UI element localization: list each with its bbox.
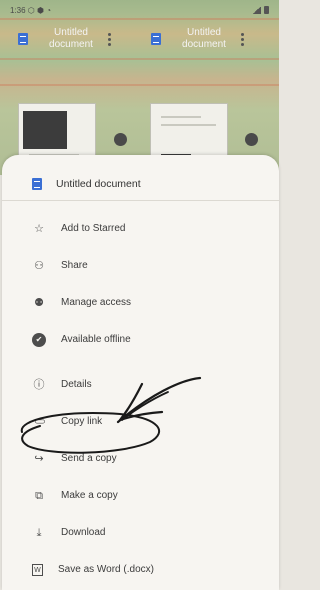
info-icon: ⓘ <box>33 377 45 391</box>
options-bottom-sheet: Untitled document ☆ Add to Starred ⚇ Sha… <box>2 155 279 590</box>
menu-item-download[interactable]: ⤓ Download <box>2 514 279 551</box>
menu-item-available-offline[interactable]: ✔ Available offline <box>2 321 279 358</box>
shared-badge-icon <box>245 133 258 146</box>
shared-badge-icon <box>114 133 127 146</box>
sheet-header: Untitled document <box>2 167 279 201</box>
background-docs-grid: 1:36 ⬡ ⬢ ◔ Untitled document Untitled do… <box>0 0 279 175</box>
doc-icon <box>18 33 28 45</box>
people-icon: ⚉ <box>34 295 44 309</box>
more-vert-icon[interactable] <box>241 32 244 46</box>
doc-icon <box>32 177 42 190</box>
link-icon: ⊂⊃ <box>34 416 45 426</box>
status-icons <box>252 6 269 14</box>
doc-card-1[interactable]: Untitled document <box>18 22 111 56</box>
sheet-title: Untitled document <box>56 177 141 190</box>
menu-item-label: Save as Word (.docx) <box>58 564 154 575</box>
menu-item-label: Send a copy <box>61 453 117 464</box>
doc-card-title: Untitled document <box>182 27 226 50</box>
menu-item-details[interactable]: ⓘ Details <box>2 366 279 403</box>
more-vert-icon[interactable] <box>108 32 111 46</box>
menu-item-label: Details <box>61 379 92 390</box>
menu-item-label: Make a copy <box>61 490 118 501</box>
menu-item-label: Copy link <box>61 416 103 427</box>
menu-item-manage-access[interactable]: ⚉ Manage access <box>2 284 279 321</box>
star-outline-icon: ☆ <box>34 221 44 235</box>
send-arrow-icon: ↪ <box>34 451 44 465</box>
signal-icon <box>252 6 261 14</box>
options-menu: ☆ Add to Starred ⚇ Share ⚉ Manage access… <box>2 210 279 588</box>
menu-item-label: Download <box>61 527 106 538</box>
menu-item-save-as-word[interactable]: W Save as Word (.docx) <box>2 551 279 588</box>
person-add-icon: ⚇ <box>34 258 44 272</box>
menu-item-share[interactable]: ⚇ Share <box>2 247 279 284</box>
doc-card-2[interactable]: Untitled document <box>151 22 244 56</box>
offline-check-icon: ✔ <box>32 332 46 347</box>
menu-item-make-a-copy[interactable]: ⧉ Make a copy <box>2 477 279 514</box>
menu-item-label: Share <box>61 260 88 271</box>
doc-icon <box>151 33 161 45</box>
download-icon: ⤓ <box>36 525 42 539</box>
status-bar: 1:36 ⬡ ⬢ ◔ <box>0 0 279 20</box>
doc-card-title: Untitled document <box>49 27 93 50</box>
menu-item-label: Available offline <box>61 334 131 345</box>
status-time: 1:36 ⬡ ⬢ ◔ <box>10 5 52 15</box>
doc-thumbnail[interactable] <box>18 103 96 161</box>
battery-icon <box>264 6 269 14</box>
menu-item-send-a-copy[interactable]: ↪ Send a copy <box>2 440 279 477</box>
copy-icon: ⧉ <box>35 488 43 502</box>
menu-item-copy-link[interactable]: ⊂⊃ Copy link <box>2 403 279 440</box>
menu-item-label: Manage access <box>61 297 132 308</box>
menu-item-add-to-starred[interactable]: ☆ Add to Starred <box>2 210 279 247</box>
menu-item-label: Add to Starred <box>61 223 126 234</box>
doc-thumbnail[interactable] <box>150 103 228 161</box>
word-doc-icon: W <box>32 563 43 576</box>
